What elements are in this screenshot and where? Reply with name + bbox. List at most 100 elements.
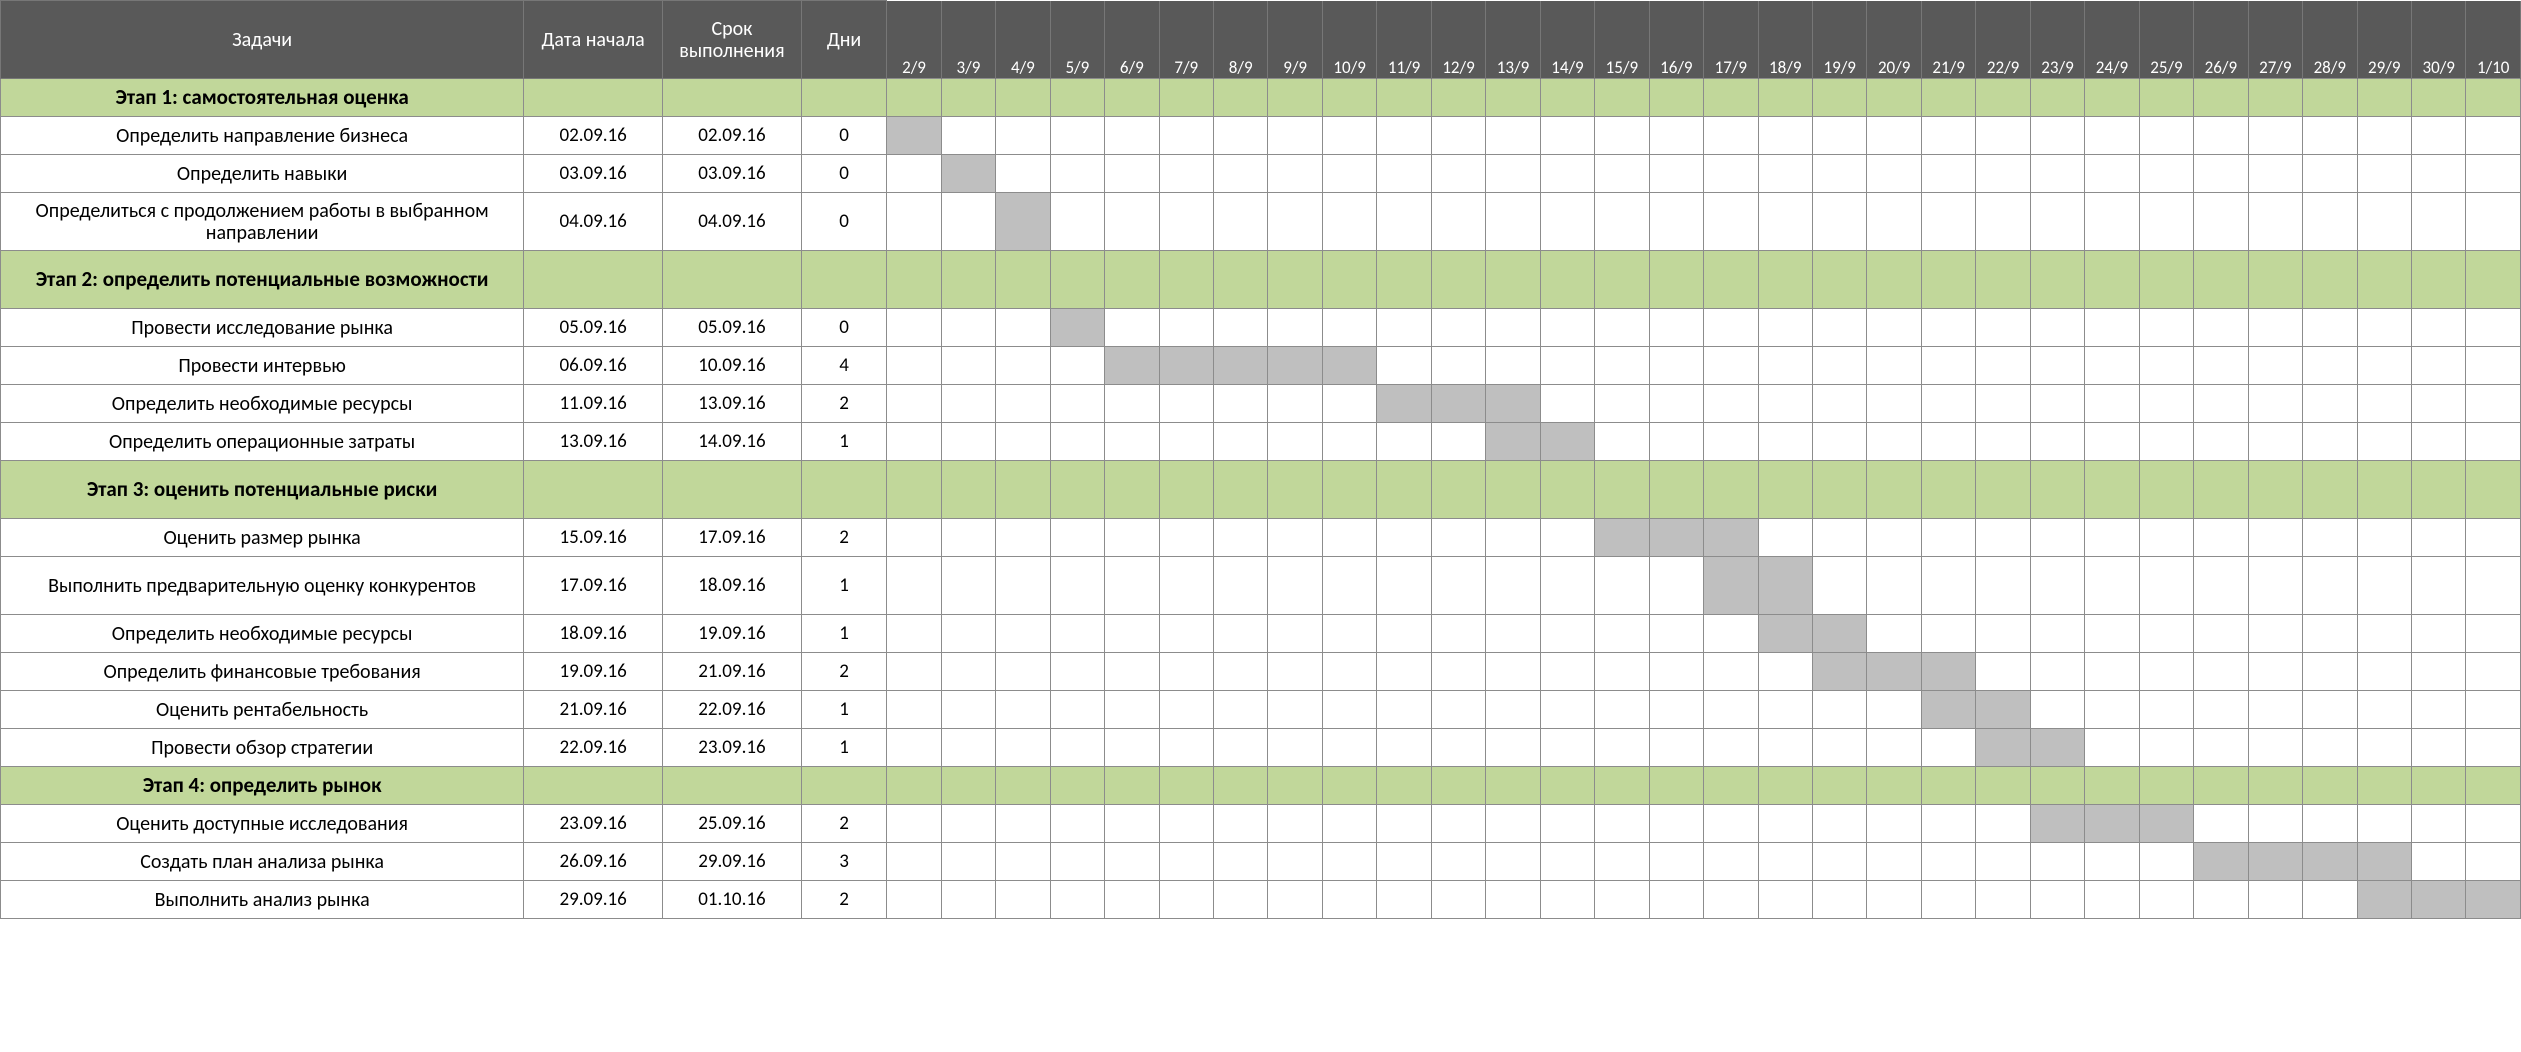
- gantt-cell[interactable]: [2466, 767, 2521, 805]
- task-label[interactable]: Определить операционные затраты: [1, 423, 524, 461]
- gantt-cell[interactable]: [1921, 557, 1975, 615]
- days-cell[interactable]: 1: [801, 423, 886, 461]
- gantt-cell[interactable]: [1812, 615, 1866, 653]
- gantt-cell[interactable]: [1377, 251, 1431, 309]
- gantt-cell[interactable]: [1704, 461, 1758, 519]
- gantt-cell[interactable]: [1758, 79, 1812, 117]
- gantt-cell[interactable]: [1105, 805, 1159, 843]
- gantt-cell[interactable]: [1649, 691, 1703, 729]
- gantt-cell[interactable]: [1377, 843, 1431, 881]
- due-date-cell[interactable]: 22.09.16: [663, 691, 802, 729]
- gantt-cell[interactable]: [2085, 881, 2139, 919]
- gantt-cell[interactable]: [2357, 461, 2411, 519]
- gantt-cell[interactable]: [1377, 117, 1431, 155]
- gantt-cell[interactable]: [1105, 251, 1159, 309]
- due-date-cell[interactable]: [663, 79, 802, 117]
- gantt-cell[interactable]: [2139, 193, 2193, 251]
- start-date-cell[interactable]: 13.09.16: [524, 423, 663, 461]
- gantt-cell[interactable]: [1105, 385, 1159, 423]
- gantt-cell[interactable]: [1431, 691, 1485, 729]
- gantt-cell[interactable]: [1595, 615, 1649, 653]
- task-row[interactable]: Выполнить предварительную оценку конкуре…: [1, 557, 2521, 615]
- gantt-cell[interactable]: [2030, 691, 2084, 729]
- gantt-cell[interactable]: [1704, 557, 1758, 615]
- gantt-cell[interactable]: [996, 347, 1050, 385]
- task-label[interactable]: Оценить рентабельность: [1, 691, 524, 729]
- gantt-cell[interactable]: [1050, 653, 1104, 691]
- gantt-cell[interactable]: [1213, 309, 1267, 347]
- phase-label[interactable]: Этап 1: самостоятельная оценка: [1, 79, 524, 117]
- gantt-cell[interactable]: [1159, 729, 1213, 767]
- gantt-cell[interactable]: [2303, 423, 2357, 461]
- gantt-cell[interactable]: [2194, 881, 2248, 919]
- gantt-cell[interactable]: [1159, 193, 1213, 251]
- gantt-cell[interactable]: [1704, 423, 1758, 461]
- gantt-cell[interactable]: [1976, 767, 2030, 805]
- gantt-cell[interactable]: [2411, 615, 2465, 653]
- gantt-cell[interactable]: [2248, 653, 2302, 691]
- gantt-cell[interactable]: [1213, 423, 1267, 461]
- gantt-cell[interactable]: [1921, 385, 1975, 423]
- gantt-cell[interactable]: [2139, 461, 2193, 519]
- gantt-cell[interactable]: [1976, 691, 2030, 729]
- gantt-cell[interactable]: [1486, 729, 1540, 767]
- gantt-cell[interactable]: [1486, 347, 1540, 385]
- gantt-cell[interactable]: [1213, 461, 1267, 519]
- gantt-cell[interactable]: [2466, 519, 2521, 557]
- gantt-cell[interactable]: [1976, 117, 2030, 155]
- gantt-cell[interactable]: [1431, 423, 1485, 461]
- gantt-cell[interactable]: [2411, 193, 2465, 251]
- gantt-cell[interactable]: [2139, 385, 2193, 423]
- gantt-cell[interactable]: [2085, 767, 2139, 805]
- gantt-cell[interactable]: [2466, 691, 2521, 729]
- gantt-cell[interactable]: [1540, 251, 1594, 309]
- gantt-cell[interactable]: [1268, 117, 1322, 155]
- gantt-cell[interactable]: [1050, 79, 1104, 117]
- gantt-cell[interactable]: [1867, 767, 1921, 805]
- start-date-cell[interactable]: 02.09.16: [524, 117, 663, 155]
- gantt-cell[interactable]: [996, 79, 1050, 117]
- gantt-cell[interactable]: [2139, 251, 2193, 309]
- gantt-cell[interactable]: [1050, 461, 1104, 519]
- gantt-cell[interactable]: [1486, 881, 1540, 919]
- gantt-cell[interactable]: [2194, 423, 2248, 461]
- gantt-cell[interactable]: [1431, 615, 1485, 653]
- gantt-cell[interactable]: [2194, 805, 2248, 843]
- gantt-cell[interactable]: [2248, 461, 2302, 519]
- days-cell[interactable]: 2: [801, 653, 886, 691]
- gantt-cell[interactable]: [1486, 615, 1540, 653]
- gantt-cell[interactable]: [1812, 691, 1866, 729]
- gantt-cell[interactable]: [2194, 117, 2248, 155]
- gantt-cell[interactable]: [1595, 193, 1649, 251]
- task-row[interactable]: Определить направление бизнеса02.09.1602…: [1, 117, 2521, 155]
- gantt-cell[interactable]: [1921, 767, 1975, 805]
- gantt-cell[interactable]: [1377, 767, 1431, 805]
- gantt-cell[interactable]: [1649, 117, 1703, 155]
- gantt-cell[interactable]: [1976, 557, 2030, 615]
- gantt-cell[interactable]: [1704, 691, 1758, 729]
- gantt-cell[interactable]: [1758, 653, 1812, 691]
- gantt-cell[interactable]: [1595, 347, 1649, 385]
- gantt-cell[interactable]: [996, 653, 1050, 691]
- gantt-cell[interactable]: [1540, 155, 1594, 193]
- gantt-cell[interactable]: [1431, 729, 1485, 767]
- gantt-cell[interactable]: [1758, 519, 1812, 557]
- start-date-cell[interactable]: [524, 79, 663, 117]
- start-date-cell[interactable]: 15.09.16: [524, 519, 663, 557]
- gantt-cell[interactable]: [2030, 767, 2084, 805]
- gantt-cell[interactable]: [941, 423, 995, 461]
- gantt-cell[interactable]: [2411, 385, 2465, 423]
- gantt-cell[interactable]: [2030, 729, 2084, 767]
- start-date-cell[interactable]: 04.09.16: [524, 193, 663, 251]
- gantt-cell[interactable]: [887, 461, 941, 519]
- gantt-cell[interactable]: [887, 155, 941, 193]
- gantt-cell[interactable]: [1649, 79, 1703, 117]
- days-cell[interactable]: 2: [801, 805, 886, 843]
- gantt-cell[interactable]: [2411, 767, 2465, 805]
- gantt-cell[interactable]: [1649, 155, 1703, 193]
- gantt-cell[interactable]: [1431, 653, 1485, 691]
- gantt-cell[interactable]: [2139, 309, 2193, 347]
- gantt-cell[interactable]: [2248, 615, 2302, 653]
- gantt-cell[interactable]: [2303, 557, 2357, 615]
- gantt-cell[interactable]: [1649, 193, 1703, 251]
